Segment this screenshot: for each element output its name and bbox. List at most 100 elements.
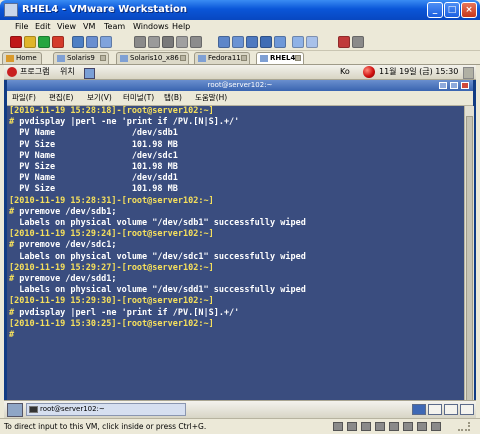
tab-solaris10[interactable]: Solaris10_x86 — [116, 52, 189, 64]
unity-icon[interactable] — [246, 36, 258, 48]
terminal-title-bar[interactable]: root@server102:~ — [7, 80, 473, 91]
menubar: File Edit View VM Team Windows Help — [0, 20, 480, 34]
update-alert-icon[interactable] — [363, 66, 375, 78]
vm-settings-icon[interactable] — [338, 36, 350, 48]
workspace-2[interactable] — [428, 404, 442, 415]
menu-view[interactable]: View — [57, 21, 76, 33]
vmware-tools-icon[interactable] — [431, 422, 441, 431]
maximize-button[interactable]: □ — [444, 2, 460, 18]
terminal-menu-terminal[interactable]: 터미널(T) — [123, 92, 154, 104]
clone-icon[interactable] — [162, 36, 174, 48]
terminal-line: PV Name /dev/sdd1 — [9, 173, 464, 184]
applications-menu[interactable]: 프로그램 — [20, 66, 49, 78]
hard-disk-icon[interactable] — [333, 422, 343, 431]
terminal-text: pvdisplay |perl -ne 'print if /PV.[N|S].… — [14, 307, 240, 318]
appliance-view-icon[interactable] — [306, 36, 318, 48]
tab-fedora11[interactable]: Fedora11 — [194, 52, 250, 64]
resize-grip[interactable] — [458, 422, 470, 431]
network-icon[interactable] — [375, 422, 385, 431]
quick-switch-icon[interactable] — [232, 36, 244, 48]
workspace-4[interactable] — [460, 404, 474, 415]
terminal-line: [2010-11-19 15:28:31]-[root@server102:~] — [9, 196, 464, 207]
terminal-line: # pvremove /dev/sdc1; — [9, 240, 464, 251]
reset-icon[interactable] — [52, 36, 64, 48]
message-icon[interactable] — [417, 422, 427, 431]
workspace-1[interactable] — [412, 404, 426, 415]
terminal-line: # pvremove /dev/sdb1; — [9, 207, 464, 218]
snapshot-manager-icon[interactable] — [100, 36, 112, 48]
replay-icon[interactable] — [148, 36, 160, 48]
panel-clock[interactable]: 11월 19일 (금) 15:30 — [379, 66, 458, 78]
tab-close-icon[interactable] — [180, 55, 186, 61]
redhat-menu-icon[interactable] — [7, 67, 17, 77]
tab-close-icon[interactable] — [100, 55, 106, 61]
terminal-menu-help[interactable]: 도움말(H) — [195, 92, 227, 104]
favorites-icon[interactable] — [190, 36, 202, 48]
cdrom-icon[interactable] — [347, 422, 357, 431]
tab-home[interactable]: Home — [2, 52, 42, 64]
suspend-icon[interactable] — [24, 36, 36, 48]
record-icon[interactable] — [134, 36, 146, 48]
thumbnail-bar-icon[interactable] — [274, 36, 286, 48]
menu-edit[interactable]: Edit — [35, 21, 51, 33]
menu-team[interactable]: Team — [104, 21, 125, 33]
terminal-output[interactable]: [2010-11-19 15:28:18]-[root@server102:~]… — [7, 106, 464, 422]
snapshot-icon[interactable] — [72, 36, 84, 48]
workspace-3[interactable] — [444, 404, 458, 415]
preferences-icon[interactable] — [352, 36, 364, 48]
menu-help[interactable]: Help — [172, 21, 190, 33]
status-bar: To direct input to this VM, click inside… — [0, 418, 480, 434]
gnome-top-panel: 프로그램 위치 Ko 11월 19일 (금) 15:30 — [4, 65, 476, 80]
vm-display[interactable]: 프로그램 위치 Ko 11월 19일 (금) 15:30 root@server… — [4, 65, 476, 422]
terminal-menu-edit[interactable]: 편집(E) — [49, 92, 73, 104]
power-on-icon[interactable] — [38, 36, 50, 48]
browser-launcher-icon[interactable] — [84, 68, 95, 79]
power-off-icon[interactable] — [10, 36, 22, 48]
tab-rhel4[interactable]: RHEL4 — [256, 52, 304, 64]
terminal-text: pvremove /dev/sdb1; — [14, 206, 117, 217]
team-icon[interactable] — [176, 36, 188, 48]
menu-file[interactable]: File — [15, 21, 28, 33]
terminal-text: PV Size 101.98 MB — [9, 162, 178, 173]
minimize-button[interactable]: _ — [427, 2, 443, 18]
tab-solaris9[interactable]: Solaris9 — [53, 52, 109, 64]
summary-view-icon[interactable] — [292, 36, 304, 48]
terminal-window[interactable]: root@server102:~ 파일(F) 편집(E) 보기(V) 터미널(T… — [7, 80, 474, 422]
terminal-scrollbar[interactable] — [464, 106, 474, 416]
terminal-prompt: [2010-11-19 15:28:18]-[root@server102:~] — [9, 106, 214, 116]
terminal-line: Labels on physical volume "/dev/sdb1" su… — [9, 218, 464, 229]
terminal-text: Labels on physical volume "/dev/sdb1" su… — [9, 218, 306, 229]
terminal-minimize-button[interactable] — [439, 82, 447, 89]
revert-snapshot-icon[interactable] — [86, 36, 98, 48]
terminal-menu-file[interactable]: 파일(F) — [12, 92, 36, 104]
volume-icon[interactable] — [463, 67, 474, 79]
full-screen-icon[interactable] — [218, 36, 230, 48]
menu-vm[interactable]: VM — [83, 21, 95, 33]
tab-close-icon[interactable] — [241, 55, 247, 61]
floppy-icon[interactable] — [361, 422, 371, 431]
usb-icon[interactable] — [389, 422, 399, 431]
window-title-bar[interactable]: RHEL4 - VMware Workstation _ □ × — [0, 0, 480, 20]
terminal-menubar: 파일(F) 편집(E) 보기(V) 터미널(T) 탭(B) 도움말(H) — [7, 91, 473, 106]
terminal-close-button[interactable] — [461, 82, 469, 89]
taskbar-terminal-button[interactable]: root@server102:~ — [26, 403, 186, 416]
terminal-line: [2010-11-19 15:30:25]-[root@server102:~] — [9, 319, 464, 330]
terminal-menu-view[interactable]: 보기(V) — [87, 92, 112, 104]
terminal-line: # pvdisplay |perl -ne 'print if /PV.[N|S… — [9, 308, 464, 319]
scrollbar-thumb[interactable] — [466, 116, 473, 406]
menu-windows[interactable]: Windows — [133, 21, 169, 33]
console-view-icon[interactable] — [260, 36, 272, 48]
terminal-prompt: [2010-11-19 15:28:31]-[root@server102:~] — [9, 195, 214, 206]
close-button[interactable]: × — [461, 2, 477, 18]
places-menu[interactable]: 위치 — [60, 66, 75, 78]
tab-label: Solaris9 — [67, 54, 95, 62]
vm-icon — [120, 55, 128, 62]
sound-icon[interactable] — [403, 422, 413, 431]
input-method-indicator[interactable]: Ko — [340, 66, 350, 78]
tab-close-icon[interactable] — [295, 55, 301, 61]
tab-label: Home — [16, 54, 37, 62]
show-desktop-icon[interactable] — [7, 403, 23, 417]
terminal-menu-tabs[interactable]: 탭(B) — [164, 92, 182, 104]
terminal-maximize-button[interactable] — [450, 82, 458, 89]
terminal-text: Labels on physical volume "/dev/sdc1" su… — [9, 251, 306, 262]
